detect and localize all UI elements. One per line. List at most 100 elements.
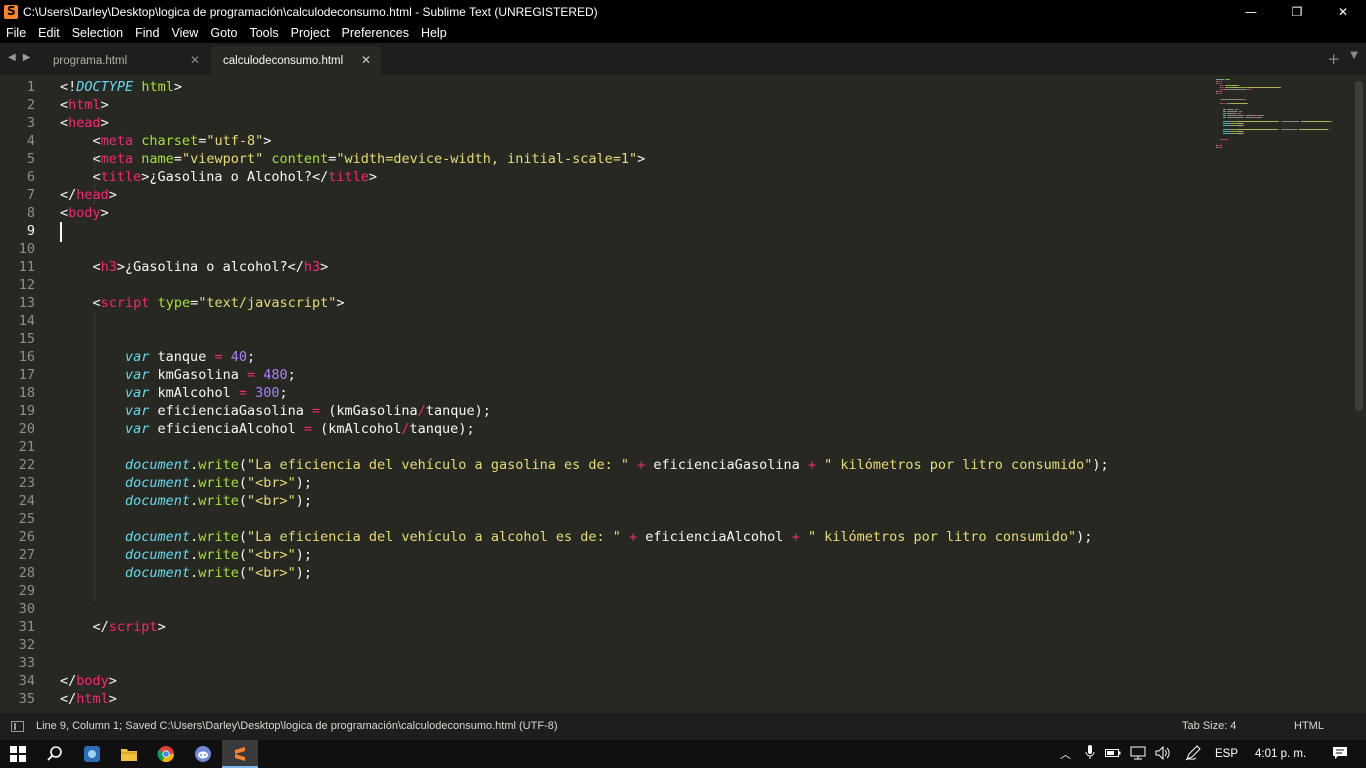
- line-number: 35: [18, 691, 35, 707]
- line-number: 10: [18, 241, 35, 257]
- pen-icon[interactable]: [1185, 744, 1201, 764]
- battery-icon[interactable]: [1105, 747, 1121, 762]
- code-line[interactable]: [60, 439, 1200, 457]
- code-line[interactable]: </head>: [60, 187, 1200, 205]
- panel-toggle-icon[interactable]: [11, 721, 24, 732]
- minimap-mark: [1244, 117, 1254, 118]
- menu-tools[interactable]: Tools: [243, 26, 284, 40]
- code-line[interactable]: <html>: [60, 97, 1200, 115]
- file-explorer-icon[interactable]: [111, 740, 147, 768]
- syntax-indicator[interactable]: HTML: [1294, 720, 1324, 732]
- menu-preferences[interactable]: Preferences: [336, 26, 415, 40]
- minimap-mark: [1242, 131, 1244, 132]
- code-line[interactable]: [60, 601, 1200, 619]
- code-token: "La eficiencia del vehículo a gasolina e…: [246, 457, 629, 473]
- chevron-up-icon[interactable]: ︿: [1060, 746, 1071, 762]
- tab-list-icon[interactable]: ▼: [1350, 50, 1358, 61]
- code-token: write: [198, 493, 239, 509]
- code-line[interactable]: [60, 583, 1200, 601]
- code-line[interactable]: var tanque = 40;: [60, 349, 1200, 367]
- minimap-mark: [1233, 109, 1234, 110]
- minimap[interactable]: [1216, 75, 1356, 148]
- code-line[interactable]: [60, 277, 1200, 295]
- tab-close-icon[interactable]: ✕: [361, 53, 371, 67]
- code-line[interactable]: </html>: [60, 691, 1200, 709]
- minimap-mark: [1297, 129, 1298, 130]
- code-token: "text/javascript": [198, 295, 337, 311]
- menu-help[interactable]: Help: [415, 26, 453, 40]
- code-token: " kilómetros por litro consumido": [807, 529, 1077, 545]
- code-editor[interactable]: 1 2 3 4 5 6 7 8 9 10 11 12 13 14 15 16 17 18 19 20 21 22 23 24 2…: [0, 75, 1366, 713]
- code-line[interactable]: [60, 331, 1200, 349]
- code-token: +: [629, 529, 638, 545]
- minimap-mark: [1226, 117, 1243, 118]
- notifications-icon[interactable]: [1332, 746, 1348, 763]
- code-line[interactable]: <head>: [60, 115, 1200, 133]
- tab-calculodeconsumo[interactable]: calculodeconsumo.html ✕: [211, 46, 381, 75]
- restore-button[interactable]: ❐: [1274, 0, 1320, 23]
- language-indicator[interactable]: ESP: [1215, 748, 1238, 760]
- vertical-scrollbar[interactable]: [1355, 81, 1363, 411]
- audio-app-icon[interactable]: [74, 740, 110, 768]
- code-token: document: [125, 475, 191, 491]
- code-line[interactable]: var kmGasolina = 480;: [60, 367, 1200, 385]
- tab-prev-icon[interactable]: ◀: [8, 52, 16, 63]
- code-line[interactable]: [60, 637, 1200, 655]
- minimize-button[interactable]: —: [1228, 0, 1274, 23]
- code-line[interactable]: <body>: [60, 205, 1200, 223]
- search-icon[interactable]: [37, 740, 73, 768]
- menu-selection[interactable]: Selection: [66, 26, 129, 40]
- code-line[interactable]: [60, 241, 1200, 259]
- code-line[interactable]: var kmAlcohol = 300;: [60, 385, 1200, 403]
- volume-icon[interactable]: [1155, 745, 1171, 763]
- code-line[interactable]: </script>: [60, 619, 1200, 637]
- code-line[interactable]: document.write("<br>");: [60, 547, 1200, 565]
- code-token: "utf-8": [206, 133, 264, 149]
- code-line[interactable]: [60, 655, 1200, 673]
- code-line[interactable]: [60, 313, 1200, 331]
- code-line[interactable]: [60, 511, 1200, 529]
- menu-file[interactable]: File: [0, 26, 32, 40]
- minimap-mark: [1242, 125, 1244, 126]
- code-area[interactable]: <!DOCTYPE html> <html> <head> <meta charse…: [60, 79, 1200, 709]
- sublime-text-icon[interactable]: [222, 740, 258, 768]
- code-line[interactable]: document.write("<br>");: [60, 493, 1200, 511]
- menu-find[interactable]: Find: [129, 26, 165, 40]
- code-line[interactable]: var eficienciaAlcohol = (kmAlcohol/tanqu…: [60, 421, 1200, 439]
- code-line[interactable]: document.write("<br>");: [60, 475, 1200, 493]
- menu-project[interactable]: Project: [285, 26, 336, 40]
- code-token: " kilómetros por litro consumido": [824, 457, 1093, 473]
- tab-size-indicator[interactable]: Tab Size: 4: [1182, 720, 1236, 732]
- discord-icon[interactable]: [185, 740, 221, 768]
- code-line[interactable]: [60, 223, 1200, 241]
- code-line[interactable]: document.write("<br>");: [60, 565, 1200, 583]
- close-button[interactable]: ✕: [1320, 0, 1366, 23]
- menu-view[interactable]: View: [165, 26, 204, 40]
- code-token: "<br>": [246, 475, 296, 491]
- code-line[interactable]: </body>: [60, 673, 1200, 691]
- code-line[interactable]: <meta charset="utf-8">: [60, 133, 1200, 151]
- code-line[interactable]: <h3>¿Gasolina o alcohol?</h3>: [60, 259, 1200, 277]
- code-line[interactable]: <script type="text/javascript">: [60, 295, 1200, 313]
- code-line[interactable]: <meta name="viewport" content="width=dev…: [60, 151, 1200, 169]
- new-tab-icon[interactable]: +: [1327, 50, 1340, 68]
- code-line[interactable]: document.write("La eficiencia del vehícu…: [60, 529, 1200, 547]
- code-line[interactable]: var eficienciaGasolina = (kmGasolina/tan…: [60, 403, 1200, 421]
- code-line[interactable]: <title>¿Gasolina o Alcohol?</title>: [60, 169, 1200, 187]
- chrome-icon[interactable]: [148, 740, 184, 768]
- code-line[interactable]: <!DOCTYPE html>: [60, 79, 1200, 97]
- tab-close-icon[interactable]: ✕: [190, 53, 200, 67]
- tab-next-icon[interactable]: ▶: [23, 52, 31, 63]
- microphone-icon[interactable]: [1085, 745, 1095, 763]
- minimap-mark: [1222, 99, 1243, 100]
- tab-programa[interactable]: programa.html ✕: [38, 46, 210, 75]
- clock[interactable]: 4:01 p. m.: [1255, 748, 1306, 760]
- code-line[interactable]: document.write("La eficiencia del vehícu…: [60, 457, 1200, 475]
- windows-start-icon[interactable]: [0, 740, 36, 768]
- menu-goto[interactable]: Goto: [204, 26, 243, 40]
- network-icon[interactable]: [1130, 746, 1146, 763]
- code-token: html: [141, 79, 174, 95]
- menu-edit[interactable]: Edit: [32, 26, 66, 40]
- line-number: 14: [18, 313, 35, 329]
